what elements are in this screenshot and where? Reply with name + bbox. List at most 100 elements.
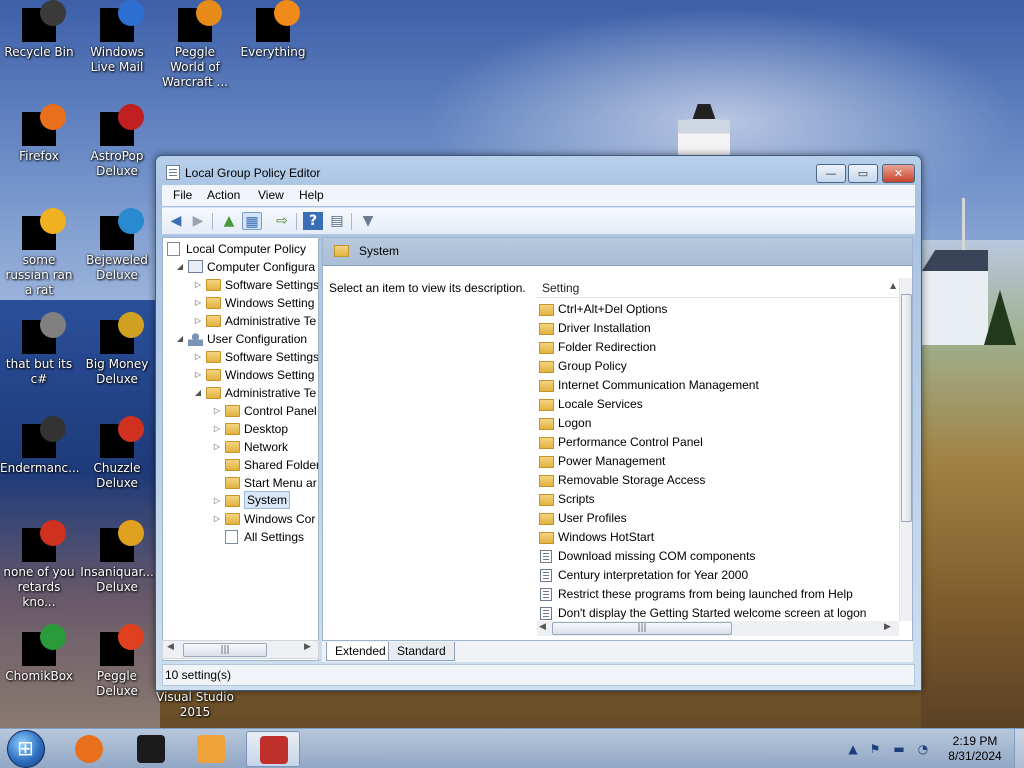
settings-folder-row[interactable]: Windows HotStart [539,528,897,547]
tree-node[interactable]: ◢ Computer Configura [163,258,318,276]
desktop-icon[interactable]: Firefox [0,104,78,164]
network-icon[interactable]: ◔ [916,742,930,756]
monitor-icon[interactable]: ▬ [892,742,906,756]
settings-folder-row[interactable]: Ctrl+Alt+Del Options [539,300,897,319]
scrollbar-thumb[interactable] [901,294,912,522]
column-header-setting[interactable]: Setting ▲ [537,278,899,298]
desktop-icon[interactable]: Peggle World of Warcraft ... [156,0,234,90]
taskbar-button[interactable] [124,731,178,767]
tree-node[interactable]: ▷ Administrative Te [163,312,318,330]
group-policy-editor-window[interactable]: Local Group Policy Editor — ▭ ✕ File Act… [155,155,922,691]
desktop-icon[interactable]: that but its c# [0,312,78,387]
desktop-icon[interactable]: Big Money Deluxe [78,312,156,387]
desktop-icon[interactable]: Bejeweled Deluxe [78,208,156,283]
settings-folder-row[interactable]: Folder Redirection [539,338,897,357]
list-horizontal-scrollbar[interactable]: ◀ ||| ▶ [537,621,899,636]
desktop-icon[interactable]: some russian ran a rat [0,208,78,298]
close-button[interactable]: ✕ [882,164,915,183]
tree-node[interactable]: ▷ Software Settings [163,276,318,294]
desktop-icon[interactable]: Everything [234,0,312,60]
back-arrow-icon[interactable]: ◀ [166,212,186,230]
desktop-icon[interactable]: Insaniquar... Deluxe [78,520,156,595]
filter-icon[interactable]: ▼ [358,212,378,230]
forward-arrow-icon[interactable]: ▶ [188,212,208,230]
menu-action[interactable]: Action [207,188,240,202]
collapse-arrow-icon[interactable]: ◢ [193,384,203,402]
help-icon[interactable]: ? [303,212,323,230]
policy-setting-row[interactable]: Download missing COM components [539,547,897,566]
desktop-icon[interactable]: Recycle Bin [0,0,78,60]
scroll-left-icon[interactable]: ◀ [167,642,174,652]
expand-arrow-icon[interactable]: ▷ [212,402,222,420]
clock[interactable]: 2:19 PM 8/31/2024 [942,734,1008,764]
desktop-icon[interactable]: Chuzzle Deluxe [78,416,156,491]
scrollbar-thumb[interactable]: ||| [552,622,732,635]
show-hidden-icons-icon[interactable]: ▲ [846,742,860,756]
settings-list[interactable]: Setting ▲ Ctrl+Alt+Del Options Driver Ins… [537,278,912,660]
export-list-icon[interactable]: ⇨ [272,212,292,230]
expand-arrow-icon[interactable]: ▷ [193,294,203,312]
menu-file[interactable]: File [173,188,192,202]
taskbar-button[interactable] [184,731,238,767]
settings-folder-row[interactable]: Power Management [539,452,897,471]
settings-folder-row[interactable]: Performance Control Panel [539,433,897,452]
tree-node[interactable]: Shared Folder [163,456,318,474]
minimize-button[interactable]: — [816,164,846,183]
tree-horizontal-scrollbar[interactable]: ◀ ||| ▶ [162,640,319,659]
policy-setting-row[interactable]: Restrict these programs from being launc… [539,585,897,604]
scroll-left-icon[interactable]: ◀ [539,622,546,632]
tree-node[interactable]: Start Menu ar [163,474,318,492]
tree-node[interactable]: ▷ System [163,491,318,510]
settings-folder-row[interactable]: Scripts [539,490,897,509]
expand-arrow-icon[interactable]: ▷ [212,420,222,438]
collapse-arrow-icon[interactable]: ◢ [175,258,185,276]
desktop-icon[interactable]: Peggle Deluxe [78,624,156,699]
desktop-icon[interactable]: AstroPop Deluxe [78,104,156,179]
tree-node[interactable]: Local Computer Policy [163,240,318,258]
list-vertical-scrollbar[interactable] [899,278,912,621]
title-bar[interactable]: Local Group Policy Editor — ▭ ✕ [156,156,921,186]
tree-node[interactable]: ▷ Windows Cor [163,510,318,528]
desktop-icon[interactable]: ChomikBox [0,624,78,684]
console-tree[interactable]: Local Computer Policy ◢ Computer Configura… [162,237,319,661]
tree-node[interactable]: ▷ Windows Setting [163,366,318,384]
menu-view[interactable]: View [258,188,284,202]
properties-icon[interactable]: ▤ [327,212,347,230]
action-center-icon[interactable]: ⚑ [868,742,882,756]
show-hide-tree-icon[interactable]: ▦ [242,212,262,230]
desktop-icon[interactable]: Endermanc... [0,416,80,476]
tree-node[interactable]: ▷ Windows Setting [163,294,318,312]
settings-folder-row[interactable]: Driver Installation [539,319,897,338]
tree-node[interactable]: ▷ Network [163,438,318,456]
scroll-right-icon[interactable]: ▶ [884,622,891,632]
taskbar-button[interactable] [246,731,300,767]
show-desktop-button[interactable] [1014,729,1024,768]
collapse-arrow-icon[interactable]: ◢ [175,330,185,348]
tree-node[interactable]: ◢ Administrative Te [163,384,318,402]
expand-arrow-icon[interactable]: ▷ [193,366,203,384]
settings-folder-row[interactable]: Internet Communication Management [539,376,897,395]
policy-setting-row[interactable]: Century interpretation for Year 2000 [539,566,897,585]
scroll-right-icon[interactable]: ▶ [304,642,311,652]
tree-node[interactable]: ▷ Control Panel [163,402,318,420]
maximize-button[interactable]: ▭ [848,164,878,183]
expand-arrow-icon[interactable]: ▷ [212,510,222,528]
expand-arrow-icon[interactable]: ▷ [212,492,222,510]
taskbar-button[interactable] [62,731,116,767]
expand-arrow-icon[interactable]: ▷ [193,276,203,294]
start-button[interactable] [7,730,45,768]
settings-folder-row[interactable]: Locale Services [539,395,897,414]
tab-standard[interactable]: Standard [388,642,455,661]
expand-arrow-icon[interactable]: ▷ [193,348,203,366]
desktop-icon[interactable]: Windows Live Mail [78,0,156,75]
tree-node[interactable]: All Settings [163,528,318,546]
tab-extended[interactable]: Extended [326,642,395,661]
expand-arrow-icon[interactable]: ▷ [193,312,203,330]
desktop-icon[interactable]: Visual Studio 2015 [156,690,234,720]
tree-node[interactable]: ▷ Software Settings [163,348,318,366]
desktop-icon[interactable]: none of you retards kno... [0,520,78,610]
settings-folder-row[interactable]: User Profiles [539,509,897,528]
tree-node[interactable]: ◢ User Configuration [163,330,318,348]
settings-folder-row[interactable]: Logon [539,414,897,433]
up-folder-icon[interactable]: ▲ [219,212,239,230]
